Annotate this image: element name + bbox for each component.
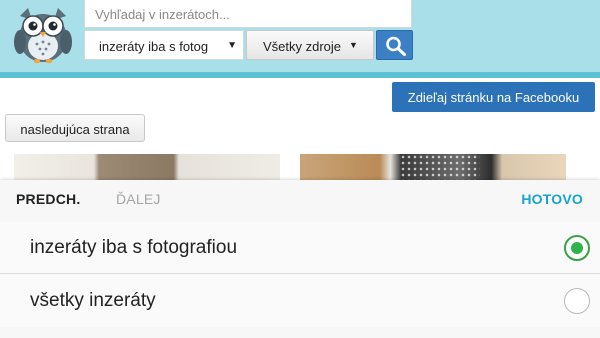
picker-option-label: inzeráty iba s fotografiou	[30, 237, 238, 258]
facebook-share-label: Zdieľaj stránku na Facebooku	[407, 90, 580, 105]
header: inzeráty iba s fotog ▼ Všetky zdroje ▼	[0, 0, 600, 72]
picker-next-button[interactable]: ĎALEJ	[116, 191, 161, 207]
next-page-label: nasledujúca strana	[20, 122, 130, 137]
sources-dropdown-button[interactable]: Všetky zdroje ▼	[246, 30, 374, 60]
search-button[interactable]	[376, 30, 413, 60]
header-divider	[0, 72, 600, 78]
owl-logo-icon[interactable]	[8, 2, 78, 64]
caret-down-icon: ▼	[349, 40, 358, 50]
facebook-share-button[interactable]: Zdieľaj stránku na Facebooku	[392, 82, 595, 112]
caret-down-icon: ▼	[227, 40, 237, 51]
sources-dropdown-label: Všetky zdroje	[263, 39, 342, 54]
picker-prev-button[interactable]: PREDCH.	[16, 191, 80, 207]
photo-filter-select[interactable]: inzeráty iba s fotog ▼	[84, 30, 244, 60]
search-input[interactable]	[95, 5, 395, 23]
picker-done-button[interactable]: HOTOVO	[521, 191, 583, 207]
picker-option-all-listings[interactable]: všetky inzeráty	[0, 275, 600, 327]
listing-thumbnail[interactable]	[14, 154, 280, 180]
listing-thumbnail[interactable]	[300, 154, 566, 180]
search-box	[84, 0, 412, 28]
next-page-button[interactable]: nasledujúca strana	[5, 114, 145, 142]
picker-option-photos-only[interactable]: inzeráty iba s fotografiou	[0, 222, 600, 274]
radio-unselected-icon[interactable]	[564, 288, 590, 314]
magnifier-icon	[386, 36, 406, 56]
select-picker-panel: PREDCH. ĎALEJ HOTOVO inzeráty iba s foto…	[0, 180, 600, 338]
picker-nav-bar: PREDCH. ĎALEJ HOTOVO	[0, 180, 600, 218]
photo-filter-selected-label: inzeráty iba s fotog	[99, 39, 209, 54]
radio-selected-icon[interactable]	[564, 235, 590, 261]
picker-option-label: všetky inzeráty	[30, 290, 156, 311]
